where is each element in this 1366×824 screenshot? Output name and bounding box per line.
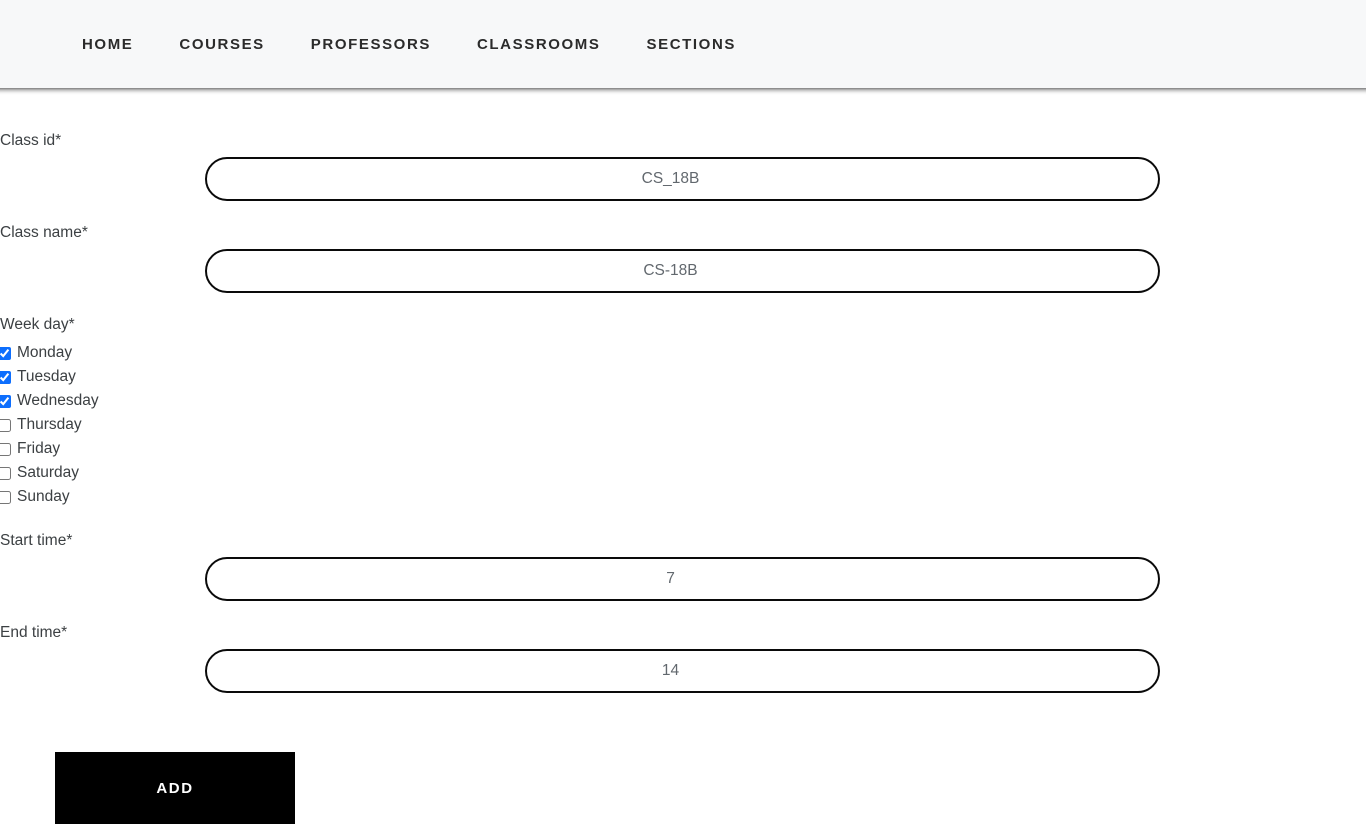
nav-list: HOME COURSES PROFESSORS CLASSROOMS SECTI… — [82, 37, 736, 52]
week-day-option-tuesday[interactable]: Tuesday — [0, 365, 320, 389]
checkbox-tuesday[interactable] — [0, 370, 11, 384]
checkbox-wednesday[interactable] — [0, 394, 11, 408]
week-day-option-thursday[interactable]: Thursday — [0, 413, 320, 437]
end-time-label: End time* — [0, 624, 68, 641]
week-day-option-label: Wednesday — [17, 392, 99, 410]
week-day-option-label: Monday — [17, 344, 73, 362]
checkbox-monday[interactable] — [0, 346, 11, 360]
class-name-input[interactable] — [205, 249, 1160, 293]
week-day-label: Week day* — [0, 316, 75, 333]
week-day-option-saturday[interactable]: Saturday — [0, 461, 320, 485]
checkbox-thursday[interactable] — [0, 418, 11, 432]
start-time-input[interactable] — [205, 557, 1160, 601]
checkbox-saturday[interactable] — [0, 466, 11, 480]
week-day-option-wednesday[interactable]: Wednesday — [0, 389, 320, 413]
add-button[interactable]: ADD — [55, 752, 295, 824]
nav-item-classrooms[interactable]: CLASSROOMS — [477, 37, 601, 52]
checkbox-sunday[interactable] — [0, 490, 11, 504]
week-day-option-sunday[interactable]: Sunday — [0, 485, 320, 509]
end-time-input[interactable] — [205, 649, 1160, 693]
start-time-label: Start time* — [0, 532, 73, 549]
week-day-option-monday[interactable]: Monday — [0, 341, 320, 365]
class-id-label: Class id* — [0, 132, 62, 149]
week-day-option-friday[interactable]: Friday — [0, 437, 320, 461]
nav-item-home[interactable]: HOME — [82, 37, 133, 52]
week-day-option-label: Thursday — [17, 416, 82, 434]
week-day-option-label: Tuesday — [17, 368, 76, 386]
main-navbar: HOME COURSES PROFESSORS CLASSROOMS SECTI… — [0, 0, 1366, 95]
week-day-option-label: Friday — [17, 440, 61, 458]
nav-item-sections[interactable]: SECTIONS — [647, 37, 736, 52]
week-day-option-label: Saturday — [17, 464, 80, 482]
nav-item-courses[interactable]: COURSES — [179, 37, 264, 52]
nav-item-professors[interactable]: PROFESSORS — [311, 37, 431, 52]
week-day-option-label: Sunday — [17, 488, 70, 506]
checkbox-friday[interactable] — [0, 442, 11, 456]
week-day-checkbox-group: Monday Tuesday Wednesday Thursday Friday… — [0, 341, 320, 509]
class-name-label: Class name* — [0, 224, 88, 241]
class-id-input[interactable] — [205, 157, 1160, 201]
